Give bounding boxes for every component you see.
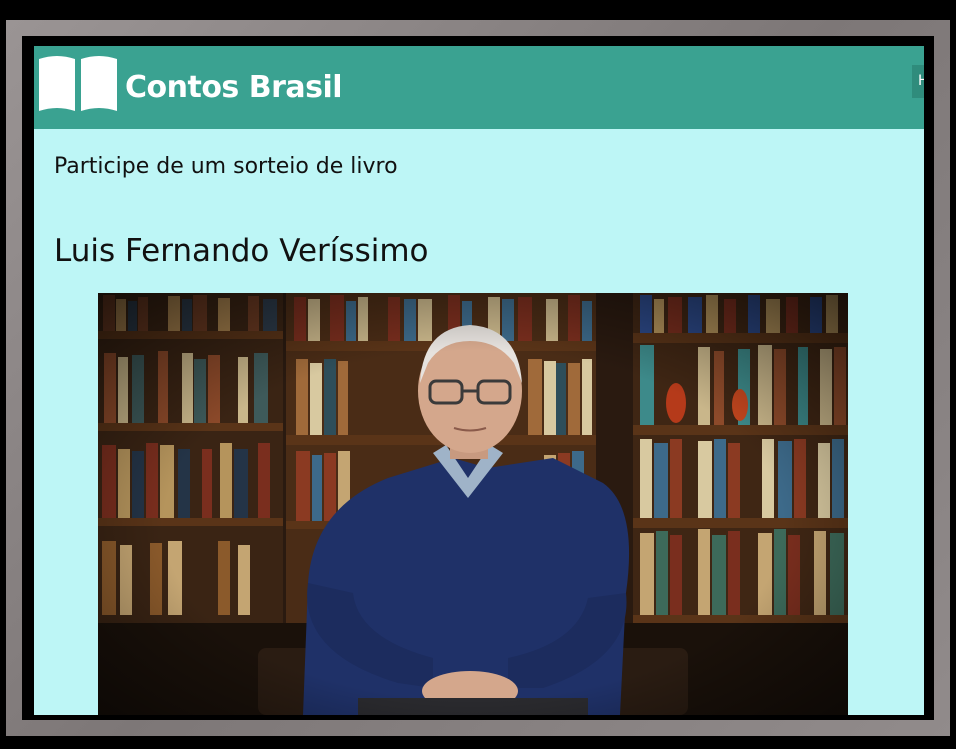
site-title[interactable]: Contos Brasil <box>125 73 343 103</box>
browser-viewport: Contos Brasil H Participe de um sorteio … <box>34 46 924 715</box>
nav-menu-button[interactable]: H <box>912 65 924 98</box>
author-photo <box>98 293 848 715</box>
open-book-icon[interactable] <box>37 51 119 113</box>
site-header: Contos Brasil H <box>34 46 924 129</box>
author-name-heading: Luis Fernando Veríssimo <box>54 233 429 269</box>
book-giveaway-link[interactable]: Participe de um sorteio de livro <box>54 156 398 178</box>
